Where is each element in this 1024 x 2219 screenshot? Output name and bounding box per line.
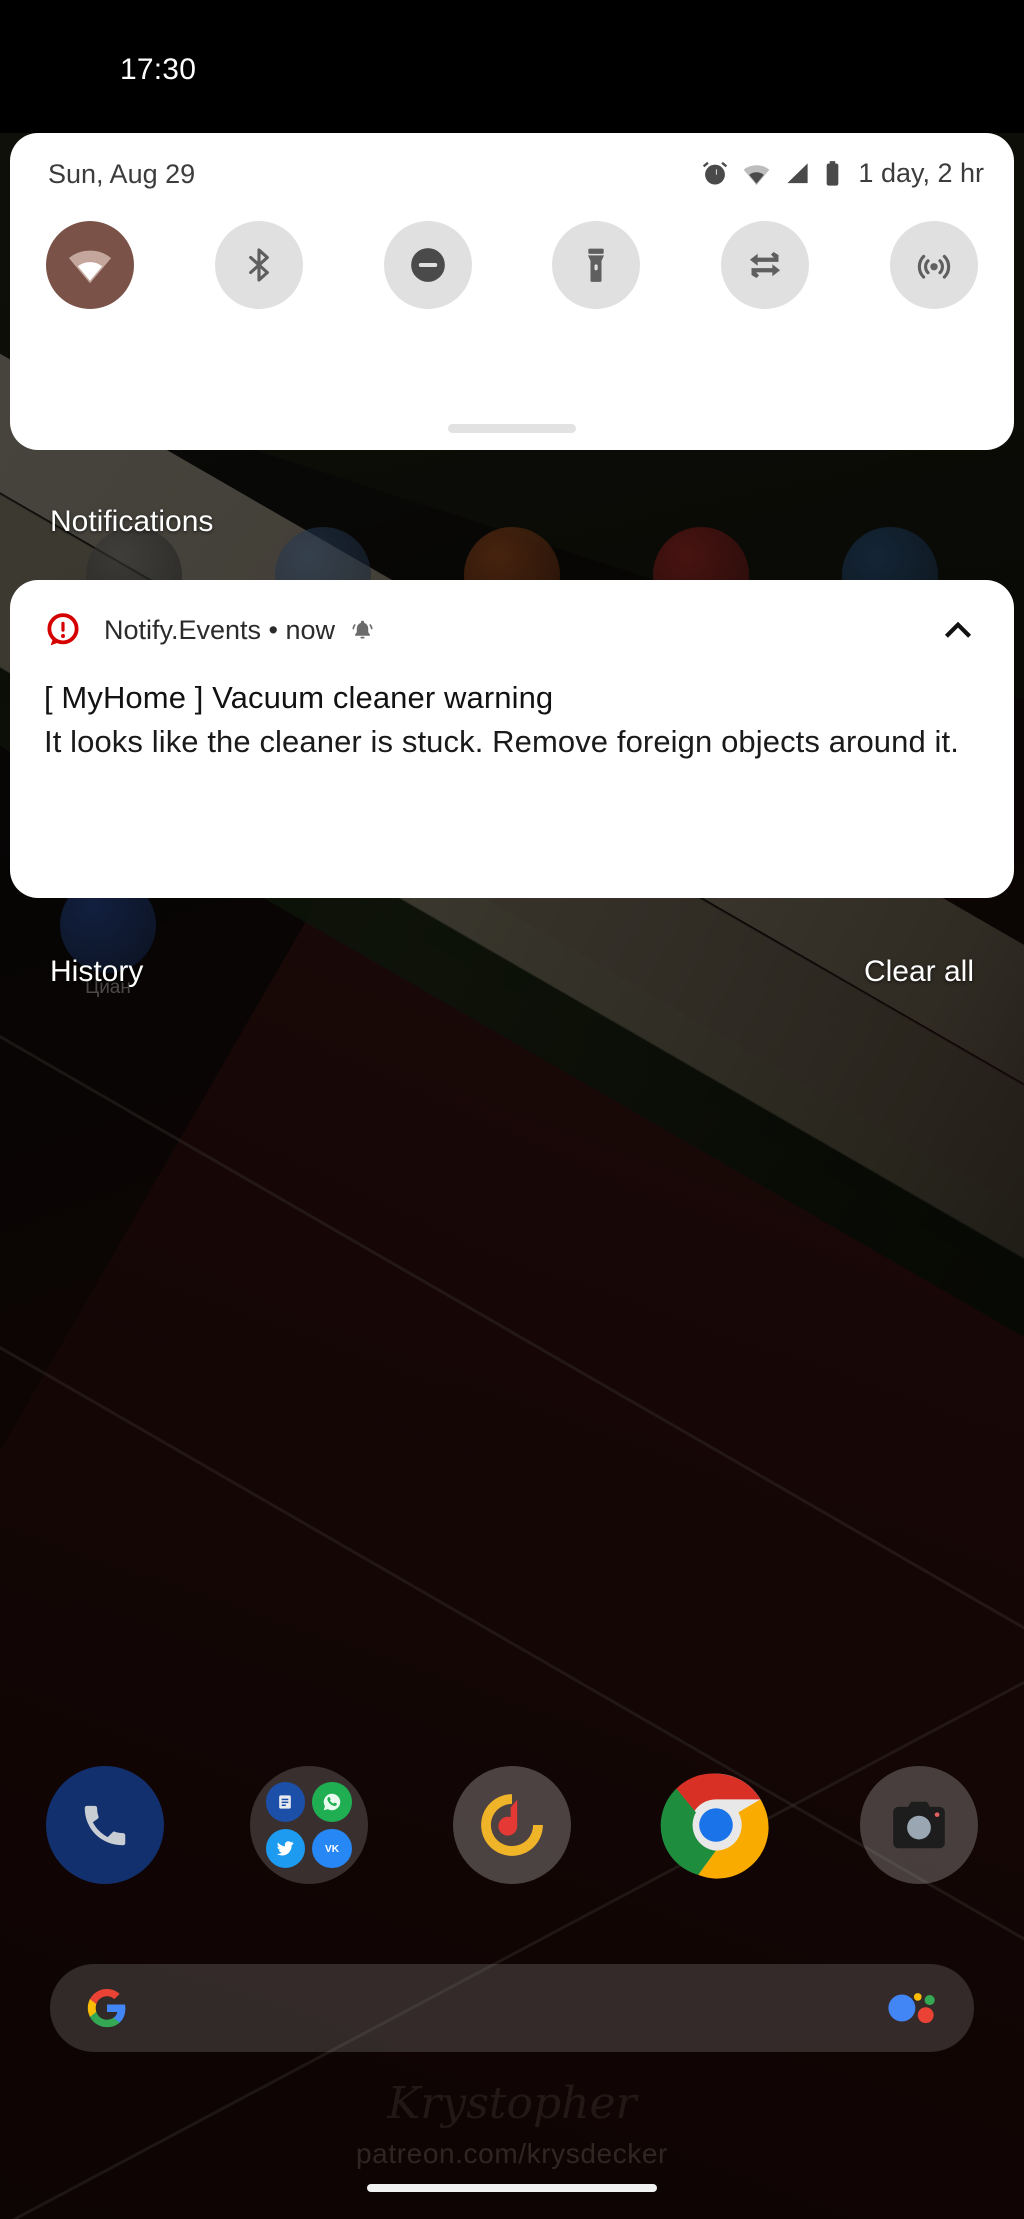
tile-flashlight[interactable] xyxy=(552,221,641,309)
google-search-bar[interactable] xyxy=(50,1964,974,2052)
quick-settings-header: Sun, Aug 29 1 day, 2 hr xyxy=(10,133,1014,223)
dock: VK xyxy=(0,1765,1024,1885)
bluetooth-icon xyxy=(248,248,269,282)
clear-all-button[interactable]: Clear all xyxy=(864,955,974,989)
flashlight-icon xyxy=(588,248,605,282)
dock-icon-social-folder[interactable]: VK xyxy=(249,1766,368,1884)
notification-app-name: Notify.Events • now xyxy=(104,614,336,645)
notification-title: [ MyHome ] Vacuum cleaner warning xyxy=(44,680,554,715)
notification-header: Notify.Events • now xyxy=(10,580,1014,680)
quick-settings-drag-handle[interactable] xyxy=(448,424,576,433)
dock-icon-music[interactable] xyxy=(453,1766,571,1884)
auto-rotate-icon xyxy=(750,252,781,278)
battery-icon xyxy=(827,160,839,186)
google-g-icon xyxy=(87,1988,126,2028)
signal-icon xyxy=(787,163,809,184)
folder-icon-messages xyxy=(265,1782,305,1822)
tile-wifi[interactable] xyxy=(46,221,134,309)
quick-settings-panel: Sun, Aug 29 1 day, 2 hr xyxy=(10,133,1014,450)
battery-remaining-text: 1 day, 2 hr xyxy=(858,158,984,188)
notification-card[interactable]: Notify.Events • now [ MyHome ] Vacuum cl… xyxy=(10,580,1014,898)
history-button[interactable]: History xyxy=(50,955,143,989)
home-gesture-pill[interactable] xyxy=(367,2184,657,2192)
quick-settings-tiles xyxy=(10,221,1014,309)
tile-dnd[interactable] xyxy=(383,221,472,309)
watermark-signature: Krystopher xyxy=(387,2078,637,2129)
notification-body: [ MyHome ] Vacuum cleaner warning It loo… xyxy=(44,676,980,764)
folder-icon-vk: VK xyxy=(312,1828,352,1868)
alarm-icon xyxy=(703,161,728,184)
google-assistant-icon xyxy=(888,1993,935,2024)
status-bar-clock: 17:30 xyxy=(120,53,197,86)
dock-icon-phone[interactable] xyxy=(46,1766,164,1884)
watermark-url: patreon.com/krysdecker xyxy=(356,2138,668,2169)
tile-bluetooth[interactable] xyxy=(214,221,303,309)
bell-ringing-icon xyxy=(352,620,373,638)
dock-icon-camera[interactable] xyxy=(860,1766,978,1884)
alert-bubble-icon xyxy=(47,613,79,646)
notification-text: It looks like the cleaner is stuck. Remo… xyxy=(44,724,959,760)
hotspot-icon xyxy=(917,254,951,279)
do-not-disturb-icon xyxy=(410,248,445,282)
svg-text:VK: VK xyxy=(325,1844,340,1855)
wifi-icon xyxy=(68,250,112,284)
folder-icon-twitter xyxy=(265,1828,305,1868)
dock-icon-chrome[interactable] xyxy=(657,1766,775,1884)
quick-settings-date[interactable]: Sun, Aug 29 xyxy=(48,159,195,190)
tile-auto-rotate[interactable] xyxy=(721,221,810,309)
wifi-icon xyxy=(744,164,770,185)
chevron-up-icon[interactable] xyxy=(936,608,980,652)
status-bar: 17:30 xyxy=(0,0,1024,133)
notification-actions-row: History Clear all xyxy=(0,955,1024,1015)
quick-settings-status-icons: 1 day, 2 hr xyxy=(701,158,984,189)
tile-hotspot[interactable] xyxy=(889,221,978,309)
notifications-section-header: Notifications xyxy=(50,505,214,538)
folder-icon-whatsapp xyxy=(312,1782,352,1822)
